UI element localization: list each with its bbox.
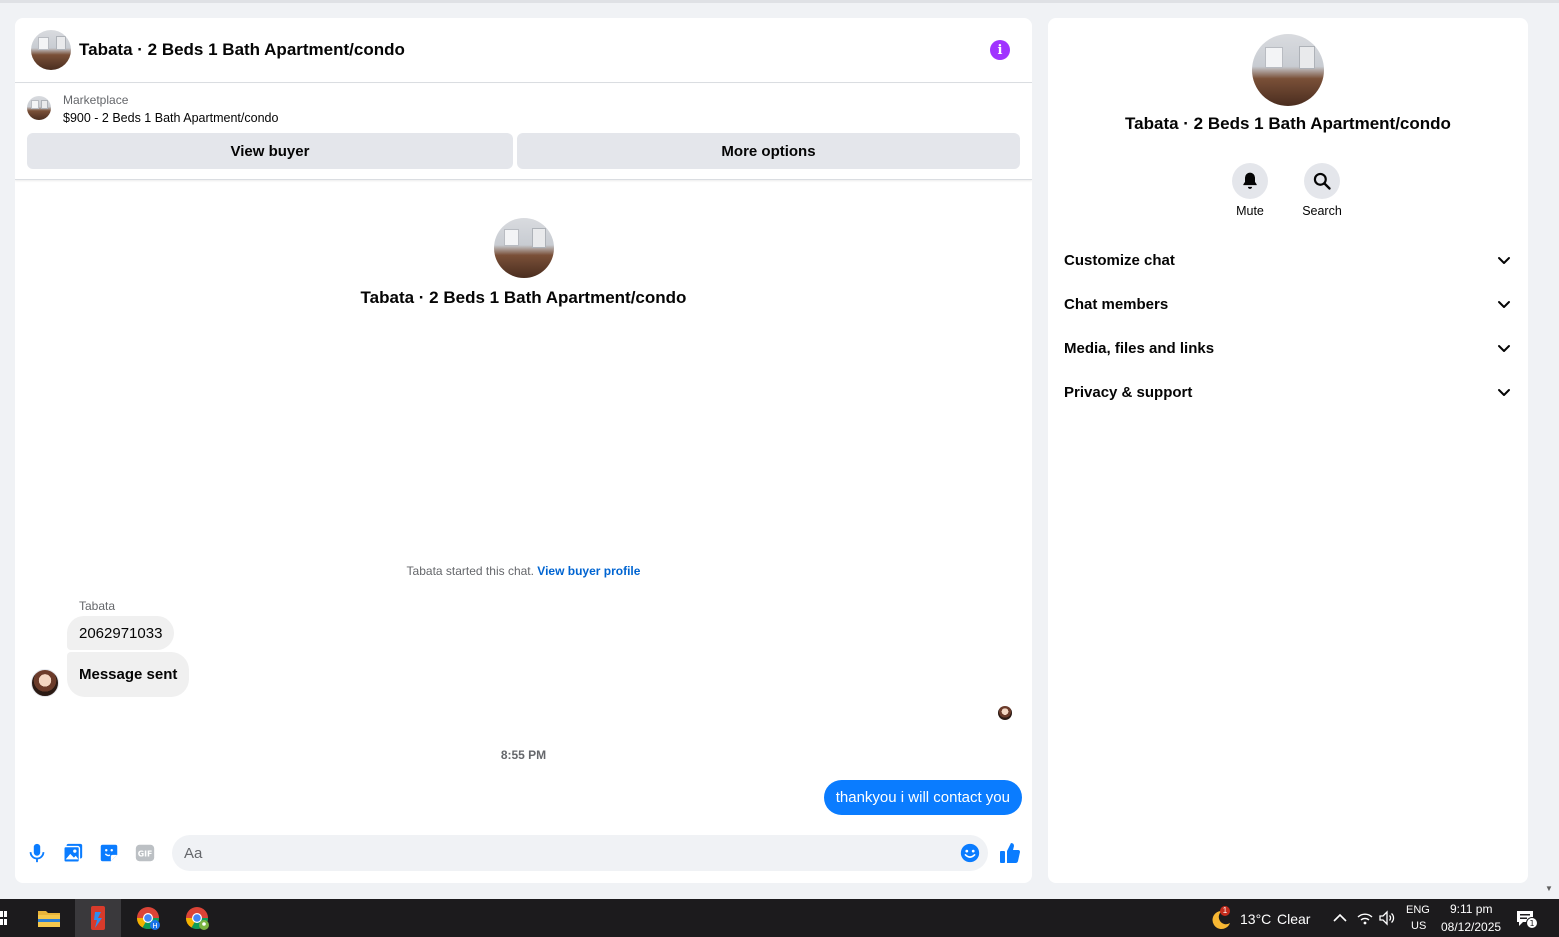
weather-condition[interactable]: Clear (1277, 911, 1310, 927)
more-options-button[interactable]: More options (517, 133, 1020, 169)
info-avatar[interactable] (1252, 34, 1324, 106)
svg-text:GIF: GIF (138, 850, 153, 859)
search-button[interactable]: Search (1292, 163, 1352, 218)
folder-icon (38, 911, 60, 927)
incoming-message[interactable]: 2062971033 (67, 616, 175, 650)
taskbar-file-explorer[interactable] (26, 899, 72, 937)
message-input[interactable] (172, 835, 988, 871)
scrollbar-down-arrow[interactable]: ▼ (1545, 884, 1553, 893)
chat-info-panel: Tabata · 2 Beds 1 Bath Apartment/condo M… (1048, 18, 1528, 883)
info-title: Tabata · 2 Beds 1 Bath Apartment/condo (1125, 114, 1451, 133)
search-circle[interactable] (1304, 163, 1340, 199)
intro-title: Tabata · 2 Beds 1 Bath Apartment/condo (360, 288, 687, 307)
chevron-down-icon (1498, 345, 1510, 352)
emoji-icon[interactable] (959, 842, 981, 864)
media-files-links-section[interactable]: Media, files and links (1056, 328, 1520, 368)
clock-time[interactable]: 9:11 pm (1450, 902, 1492, 916)
volume-icon[interactable] (1378, 909, 1396, 927)
chevron-up-icon[interactable] (1331, 909, 1349, 927)
mute-circle[interactable] (1232, 163, 1268, 199)
chrome-icon: H (137, 907, 160, 930)
taskbar-chrome-profile-2[interactable] (174, 899, 220, 937)
chat-intro: Tabata · 2 Beds 1 Bath Apartment/condo (15, 218, 1032, 308)
chevron-down-icon (1498, 389, 1510, 396)
privacy-support-section[interactable]: Privacy & support (1056, 372, 1520, 412)
svg-text:H: H (152, 922, 157, 930)
intro-avatar (493, 218, 554, 278)
weather-temperature[interactable]: 13°C (1240, 911, 1271, 927)
taskbar-chrome-profile-1[interactable]: H (125, 899, 171, 937)
listing-price-title[interactable]: $900 - 2 Beds 1 Bath Apartment/condo (63, 111, 278, 125)
chrome-icon (186, 907, 209, 930)
gif-icon[interactable]: GIF (134, 842, 156, 864)
section-label: Privacy & support (1064, 383, 1193, 401)
taskbar-active-app[interactable] (75, 899, 121, 937)
keyboard-layout[interactable]: US (1411, 920, 1426, 932)
start-icon[interactable] (0, 909, 8, 927)
chat-started-note: Tabata started this chat. View buyer pro… (15, 564, 1032, 578)
weather-badge: 1 (1220, 906, 1230, 916)
app-icon (91, 906, 105, 930)
search-icon (1313, 172, 1331, 190)
chat-panel: Tabata · 2 Beds 1 Bath Apartment/condo i… (15, 18, 1032, 883)
wifi-icon[interactable] (1356, 909, 1374, 927)
sticker-icon[interactable] (98, 842, 120, 864)
browser-top-edge (0, 0, 1559, 3)
like-icon[interactable] (998, 841, 1022, 865)
sender-name: Tabata (79, 599, 116, 613)
customize-chat-section[interactable]: Customize chat (1056, 240, 1520, 280)
listing-thumbnail[interactable] (27, 96, 51, 120)
notification-count: 1 (1529, 919, 1534, 928)
windows-taskbar: H 1 13°C Clear ENG US 9:11 pm 08/12/2025 (0, 899, 1559, 937)
message-timestamp: 8:55 PM (500, 748, 547, 762)
chevron-down-icon (1498, 257, 1510, 264)
section-label: Chat members (1064, 295, 1169, 313)
marketplace-label: Marketplace (63, 93, 129, 107)
sender-avatar[interactable] (31, 669, 59, 697)
view-buyer-profile-link[interactable]: View buyer profile (537, 564, 640, 578)
section-label: Media, files and links (1064, 339, 1215, 357)
info-icon[interactable]: i (990, 40, 1010, 60)
outgoing-message[interactable]: thankyou i will contact you (823, 780, 1022, 815)
notification-icon[interactable]: 1 (1516, 909, 1538, 929)
language-indicator[interactable]: ENG (1406, 904, 1430, 916)
read-receipt-avatar (998, 706, 1012, 720)
bell-icon (1243, 172, 1257, 189)
chevron-down-icon (1498, 301, 1510, 308)
chat-members-section[interactable]: Chat members (1056, 284, 1520, 324)
chat-avatar[interactable] (31, 30, 71, 70)
chat-header: Tabata · 2 Beds 1 Bath Apartment/condo i (15, 18, 1032, 83)
search-label: Search (1302, 204, 1342, 218)
mute-label: Mute (1236, 204, 1264, 218)
clock-date[interactable]: 08/12/2025 (1441, 920, 1501, 934)
message-composer: GIF (15, 832, 1032, 874)
incoming-message[interactable]: Message sent (67, 652, 190, 697)
view-buyer-button[interactable]: View buyer (27, 133, 513, 169)
marketplace-bar: Marketplace $900 - 2 Beds 1 Bath Apartme… (15, 84, 1032, 180)
mute-button[interactable]: Mute (1220, 163, 1280, 218)
chat-title[interactable]: Tabata · 2 Beds 1 Bath Apartment/condo (79, 40, 405, 60)
photo-icon[interactable] (62, 842, 84, 864)
section-label: Customize chat (1064, 251, 1175, 269)
mic-icon[interactable] (26, 842, 48, 864)
started-note-text: Tabata started this chat. (406, 564, 538, 578)
